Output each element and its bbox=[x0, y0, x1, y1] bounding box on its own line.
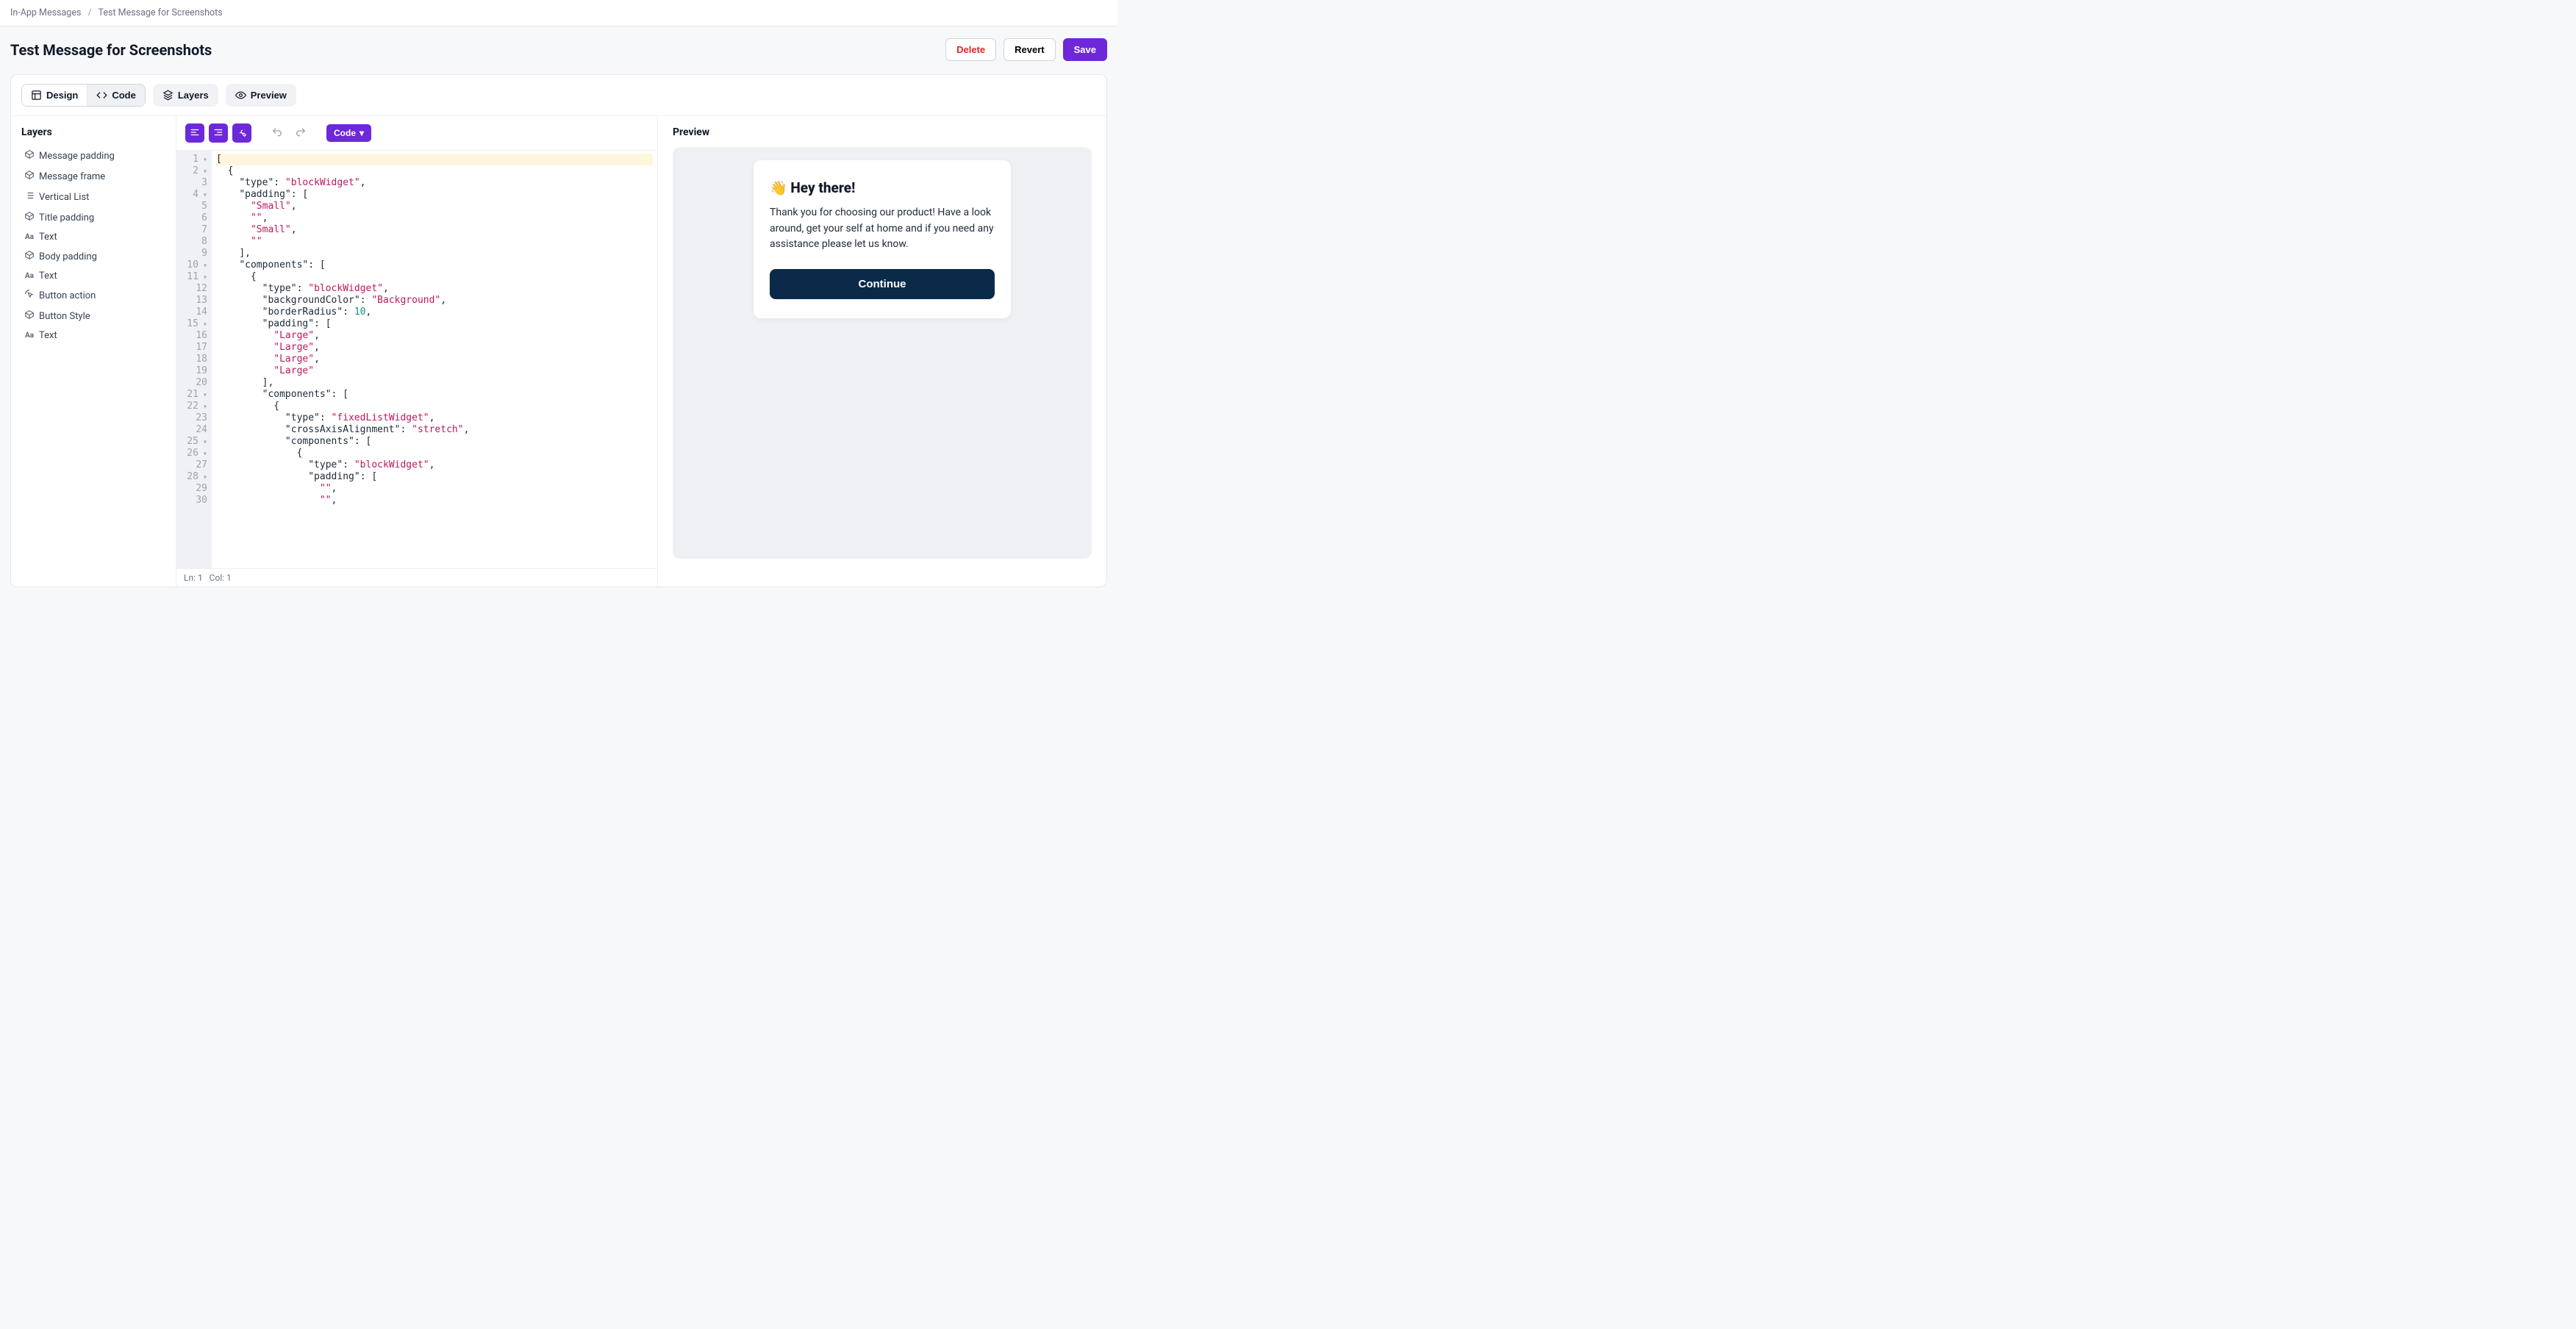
eye-icon bbox=[235, 90, 246, 101]
design-tab-label: Design bbox=[46, 90, 78, 101]
code-icon bbox=[96, 90, 107, 101]
layer-item[interactable]: Button Style bbox=[21, 306, 170, 326]
layer-item-label: Message frame bbox=[39, 171, 105, 182]
code-editor[interactable]: 1234567891011121314151617181920212223242… bbox=[176, 150, 657, 568]
layer-item-label: Button Style bbox=[39, 311, 90, 322]
preview-card-title: 👋 Hey there! bbox=[770, 179, 995, 196]
preview-button-label: Preview bbox=[251, 90, 287, 101]
preview-button[interactable]: Preview bbox=[226, 84, 296, 107]
layout-icon bbox=[31, 90, 42, 101]
undo-button[interactable] bbox=[268, 123, 287, 143]
design-tab[interactable]: Design bbox=[22, 85, 87, 106]
breadcrumb-current: Test Message for Screenshots bbox=[99, 7, 223, 18]
box-icon bbox=[24, 211, 35, 224]
preview-panel: Preview 👋 Hey there! Thank you for choos… bbox=[658, 116, 1106, 587]
wrench-icon bbox=[237, 127, 247, 140]
layers-heading: Layers bbox=[21, 126, 170, 138]
breadcrumb-root[interactable]: In-App Messages bbox=[10, 7, 81, 18]
layers-icon bbox=[162, 90, 173, 101]
code-text[interactable]: [ { "type": "blockWidget", "padding": [ … bbox=[212, 151, 657, 568]
redo-button[interactable] bbox=[291, 123, 310, 143]
aa-icon: Aa bbox=[24, 271, 35, 282]
click-icon bbox=[24, 289, 35, 302]
code-tab[interactable]: Code bbox=[87, 85, 145, 106]
save-button[interactable]: Save bbox=[1063, 38, 1107, 61]
layer-item[interactable]: Message frame bbox=[21, 166, 170, 187]
layer-item-label: Text bbox=[39, 232, 57, 243]
code-toolbar: Code ▾ bbox=[176, 116, 657, 150]
align-right-button[interactable] bbox=[209, 123, 228, 143]
preview-cta-button[interactable]: Continue bbox=[770, 269, 995, 299]
layer-item-label: Text bbox=[39, 330, 57, 341]
box-icon bbox=[24, 149, 35, 162]
layer-tree: Message padding Message frame Vertical Lis… bbox=[21, 146, 170, 345]
layers-button[interactable]: Layers bbox=[153, 84, 218, 107]
preview-card: 👋 Hey there! Thank you for choosing our … bbox=[754, 160, 1011, 318]
aa-icon: Aa bbox=[24, 331, 35, 341]
layer-item[interactable]: Button action bbox=[21, 285, 170, 306]
title-actions: Delete Revert Save bbox=[945, 38, 1107, 61]
layers-panel: Layers Message padding Message frame Verti… bbox=[11, 116, 176, 587]
panes: Layers Message padding Message frame Verti… bbox=[11, 116, 1106, 587]
delete-button[interactable]: Delete bbox=[945, 38, 996, 61]
box-icon bbox=[24, 170, 35, 183]
breadcrumb: In-App Messages / Test Message for Scree… bbox=[0, 0, 1117, 26]
breadcrumb-separator: / bbox=[88, 7, 92, 18]
revert-button[interactable]: Revert bbox=[1003, 38, 1055, 61]
layer-item-label: Text bbox=[39, 271, 57, 282]
align-left-icon bbox=[190, 127, 200, 140]
layer-item-label: Button action bbox=[39, 290, 96, 301]
layer-item-label: Vertical List bbox=[39, 192, 89, 203]
status-ln: 1 bbox=[198, 573, 203, 583]
list-icon bbox=[24, 190, 35, 204]
preview-card-body: Thank you for choosing our product! Have… bbox=[770, 205, 995, 253]
layer-item[interactable]: Vertical List bbox=[21, 187, 170, 207]
aa-icon: Aa bbox=[24, 232, 35, 243]
code-dropdown[interactable]: Code ▾ bbox=[326, 124, 371, 142]
wrench-button[interactable] bbox=[232, 123, 251, 143]
box-icon bbox=[24, 309, 35, 323]
align-right-icon bbox=[213, 127, 223, 140]
preview-stage: 👋 Hey there! Thank you for choosing our … bbox=[673, 147, 1092, 559]
layer-item-label: Title padding bbox=[39, 212, 94, 223]
code-gutter: 1234567891011121314151617181920212223242… bbox=[176, 151, 212, 568]
preview-heading: Preview bbox=[673, 126, 1092, 138]
layer-item[interactable]: Title padding bbox=[21, 207, 170, 228]
status-col: 1 bbox=[226, 573, 232, 583]
layer-item[interactable]: Aa Text bbox=[21, 267, 170, 285]
page-title: Test Message for Screenshots bbox=[10, 41, 212, 59]
layer-item[interactable]: Body padding bbox=[21, 246, 170, 267]
code-dropdown-label: Code bbox=[334, 128, 356, 138]
code-statusbar: Ln: 1 Col: 1 bbox=[176, 568, 657, 587]
redo-icon bbox=[295, 126, 307, 140]
layer-item-label: Message padding bbox=[39, 151, 115, 162]
editor-toolbar: Design Code Layers Preview bbox=[11, 75, 1106, 116]
layer-item[interactable]: Message padding bbox=[21, 146, 170, 166]
code-panel: Code ▾ 123456789101112131415161718192021… bbox=[176, 116, 658, 587]
undo-icon bbox=[271, 126, 283, 140]
box-icon bbox=[24, 250, 35, 263]
layer-item-label: Body padding bbox=[39, 251, 97, 262]
title-bar: Test Message for Screenshots Delete Reve… bbox=[0, 26, 1117, 74]
layer-item[interactable]: Aa Text bbox=[21, 326, 170, 345]
layers-button-label: Layers bbox=[178, 90, 209, 101]
code-tab-label: Code bbox=[112, 90, 136, 101]
design-code-toggle: Design Code bbox=[21, 84, 146, 107]
chevron-down-icon: ▾ bbox=[359, 128, 364, 138]
align-left-button[interactable] bbox=[185, 123, 204, 143]
main-card: Design Code Layers Preview Lay bbox=[10, 74, 1107, 587]
layer-item[interactable]: Aa Text bbox=[21, 228, 170, 246]
